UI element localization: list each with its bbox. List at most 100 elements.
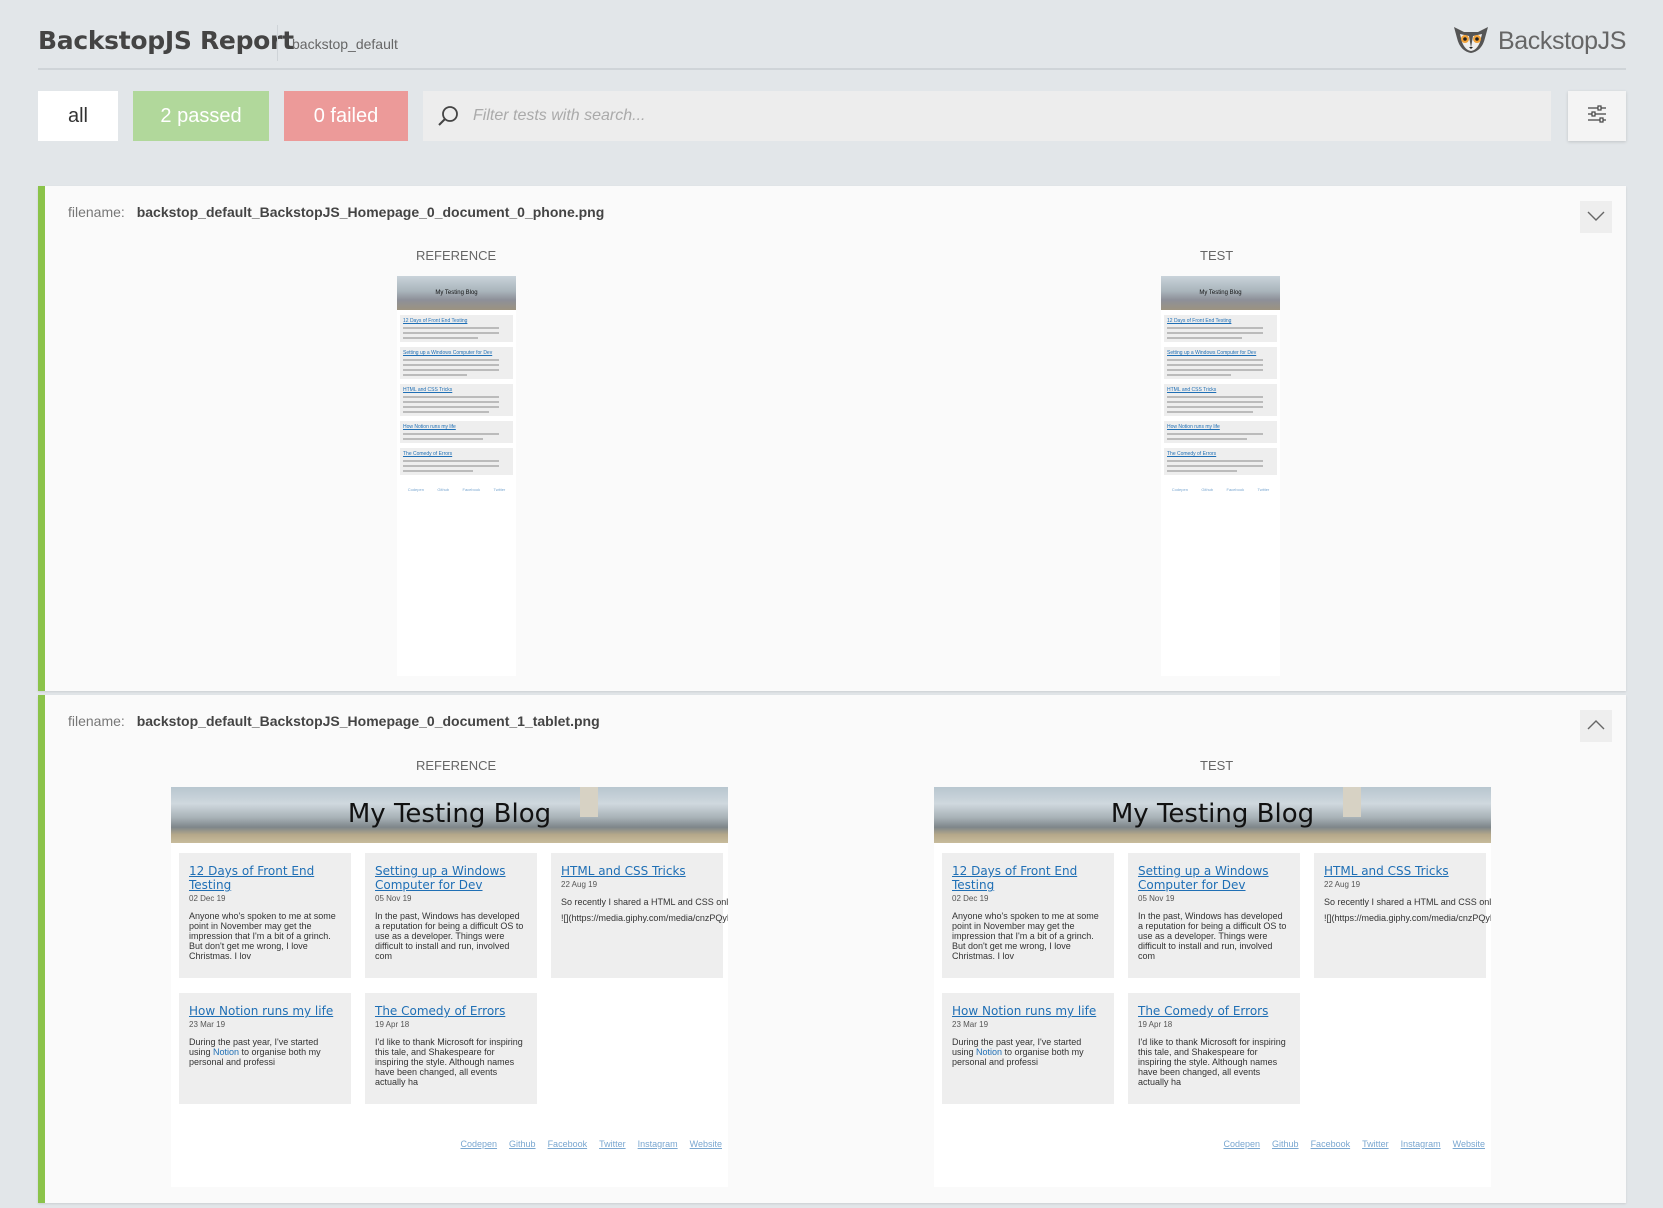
post-excerpt-image: ![](https://media.giphy.com/media/cnzPQy… bbox=[561, 913, 728, 923]
post-title: The Comedy of Errors bbox=[403, 451, 453, 457]
footer-link: Facebook bbox=[1226, 487, 1245, 492]
post-title: How Notion runs my life bbox=[403, 424, 456, 430]
test-screenshot[interactable]: My Testing Blog 12 Days of Front End Tes… bbox=[934, 787, 1491, 1187]
post-card: Setting up a Windows Computer for Dev bbox=[1164, 347, 1277, 379]
post-date: 05 Nov 19 bbox=[1138, 894, 1175, 903]
post-card: How Notion runs my life 23 Mar 19 During… bbox=[942, 993, 1114, 1104]
post-card: The Comedy of Errors 19 Apr 18 I'd like … bbox=[365, 993, 537, 1104]
post-title: 12 Days of Front End Testing bbox=[189, 864, 315, 892]
post-excerpt: During the past year, I've started using… bbox=[952, 1037, 1084, 1067]
report-header: BackstopJS Report backstop_default Backs… bbox=[38, 0, 1626, 70]
blog-hero: My Testing Blog bbox=[934, 787, 1491, 843]
filter-failed-button[interactable]: 0 failed bbox=[284, 91, 408, 141]
reference-screenshot[interactable]: My Testing Blog 12 Days of Front End Tes… bbox=[171, 787, 728, 1187]
reference-label: REFERENCE bbox=[416, 248, 497, 263]
post-card: 12 Days of Front End Testing 02 Dec 19 A… bbox=[179, 853, 351, 978]
brand: BackstopJS bbox=[1452, 24, 1626, 59]
post-date: 02 Dec 19 bbox=[189, 894, 226, 903]
post-title: The Comedy of Errors bbox=[1138, 1004, 1269, 1018]
post-title: 12 Days of Front End Testing bbox=[952, 864, 1078, 892]
filter-all-button[interactable]: all bbox=[38, 91, 118, 141]
blog-title: My Testing Blog bbox=[347, 799, 552, 829]
filename-row: filename: backstop_default_BackstopJS_Ho… bbox=[68, 713, 600, 729]
post-card: Setting up a Windows Computer for Dev bbox=[400, 347, 513, 379]
expand-toggle-button[interactable] bbox=[1580, 201, 1612, 233]
reference-label: REFERENCE bbox=[416, 758, 497, 773]
post-title: The Comedy of Errors bbox=[1167, 451, 1217, 457]
search-box bbox=[423, 91, 1551, 141]
post-date: 22 Aug 19 bbox=[1324, 880, 1361, 889]
post-date: 19 Apr 18 bbox=[1138, 1020, 1173, 1029]
footer-link: Codepen bbox=[1223, 1139, 1261, 1149]
post-excerpt-image: ![](https://media.giphy.com/media/cnzPQy… bbox=[1324, 913, 1491, 923]
post-date: 05 Nov 19 bbox=[375, 894, 412, 903]
filter-toolbar: all 2 passed 0 failed bbox=[38, 91, 1626, 141]
post-title: 12 Days of Front End Testing bbox=[1167, 318, 1232, 324]
blog-hero: My Testing Blog bbox=[171, 787, 728, 843]
post-date: 23 Mar 19 bbox=[189, 1020, 226, 1029]
filter-passed-button[interactable]: 2 passed bbox=[133, 91, 269, 141]
test-screenshot[interactable]: My Testing Blog 12 Days of Front End Tes… bbox=[1161, 276, 1280, 676]
post-excerpt: Anyone who's spoken to me at some point … bbox=[189, 911, 336, 961]
post-card: HTML and CSS Tricks 22 Aug 19 So recentl… bbox=[1314, 853, 1491, 978]
footer-link: Codepen bbox=[1171, 487, 1188, 492]
blog-hero: My Testing Blog bbox=[397, 276, 516, 310]
footer-link: Github bbox=[1201, 487, 1214, 492]
post-excerpt: In the past, Windows has developed a rep… bbox=[375, 911, 524, 961]
footer-link: Website bbox=[1452, 1139, 1485, 1149]
footer-link: Github bbox=[437, 487, 450, 492]
filename-value: backstop_default_BackstopJS_Homepage_0_d… bbox=[136, 713, 600, 729]
post-card: How Notion runs my life bbox=[1164, 421, 1277, 443]
blog-title: My Testing Blog bbox=[1110, 799, 1315, 829]
post-title: Setting up a Windows Computer for Dev bbox=[1167, 350, 1257, 356]
lemur-logo-icon bbox=[1452, 24, 1490, 59]
title-divider bbox=[277, 25, 278, 61]
test-label: TEST bbox=[1200, 758, 1234, 773]
post-excerpt: In the past, Windows has developed a rep… bbox=[1138, 911, 1287, 961]
settings-button[interactable] bbox=[1568, 91, 1626, 141]
post-date: 23 Mar 19 bbox=[952, 1020, 989, 1029]
post-card: The Comedy of Errors bbox=[400, 448, 513, 475]
blog-footer: Codepen Github Facebook Twitter Instagra… bbox=[1223, 1139, 1485, 1149]
post-title: HTML and CSS Tricks bbox=[1167, 387, 1217, 393]
post-card: 12 Days of Front End Testing bbox=[1164, 315, 1277, 342]
collapse-toggle-button[interactable] bbox=[1580, 710, 1612, 742]
post-card: HTML and CSS Tricks bbox=[400, 384, 513, 416]
blog-footer: Codepen Github Facebook Twitter bbox=[1161, 487, 1280, 492]
footer-link: Twitter bbox=[1362, 1139, 1389, 1149]
filename-label: filename: bbox=[68, 204, 125, 220]
filename-row: filename: backstop_default_BackstopJS_Ho… bbox=[68, 204, 604, 220]
post-excerpt: During the past year, I've started using… bbox=[189, 1037, 321, 1067]
post-title: The Comedy of Errors bbox=[375, 1004, 506, 1018]
post-title: HTML and CSS Tricks bbox=[403, 387, 453, 393]
post-title: Setting up a Windows Computer for Dev bbox=[403, 350, 493, 356]
footer-link: Facebook bbox=[462, 487, 481, 492]
filename-label: filename: bbox=[68, 713, 125, 729]
chevron-down-icon bbox=[1587, 208, 1605, 226]
post-card: How Notion runs my life bbox=[400, 421, 513, 443]
filename-value: backstop_default_BackstopJS_Homepage_0_d… bbox=[136, 204, 605, 220]
test-label: TEST bbox=[1200, 248, 1234, 263]
test-card-phone: filename: backstop_default_BackstopJS_Ho… bbox=[38, 186, 1626, 691]
post-date: 02 Dec 19 bbox=[952, 894, 989, 903]
post-date: 22 Aug 19 bbox=[561, 880, 598, 889]
post-card: 12 Days of Front End Testing 02 Dec 19 A… bbox=[942, 853, 1114, 978]
footer-link: Instagram bbox=[637, 1139, 678, 1149]
sliders-icon bbox=[1587, 104, 1607, 128]
page-title: BackstopJS Report bbox=[38, 26, 294, 55]
post-title: HTML and CSS Tricks bbox=[561, 864, 686, 878]
post-card: Setting up a Windows Computer for Dev 05… bbox=[1128, 853, 1300, 978]
post-excerpt: I'd like to thank Microsoft for inspirin… bbox=[375, 1037, 523, 1087]
post-excerpt: I'd like to thank Microsoft for inspirin… bbox=[1138, 1037, 1286, 1087]
footer-link: Instagram bbox=[1400, 1139, 1441, 1149]
post-card: HTML and CSS Tricks bbox=[1164, 384, 1277, 416]
post-title: Setting up a Windows Computer for Dev bbox=[375, 864, 506, 892]
config-name: backstop_default bbox=[292, 36, 398, 52]
blog-hero: My Testing Blog bbox=[1161, 276, 1280, 310]
footer-link: Twitter bbox=[599, 1139, 626, 1149]
post-excerpt: So recently I shared a HTML and CSS only… bbox=[561, 897, 728, 907]
reference-screenshot[interactable]: My Testing Blog 12 Days of Front End Tes… bbox=[397, 276, 516, 676]
search-input[interactable] bbox=[473, 96, 1533, 136]
blog-footer: Codepen Github Facebook Twitter Instagra… bbox=[460, 1139, 722, 1149]
blog-footer: Codepen Github Facebook Twitter bbox=[397, 487, 516, 492]
